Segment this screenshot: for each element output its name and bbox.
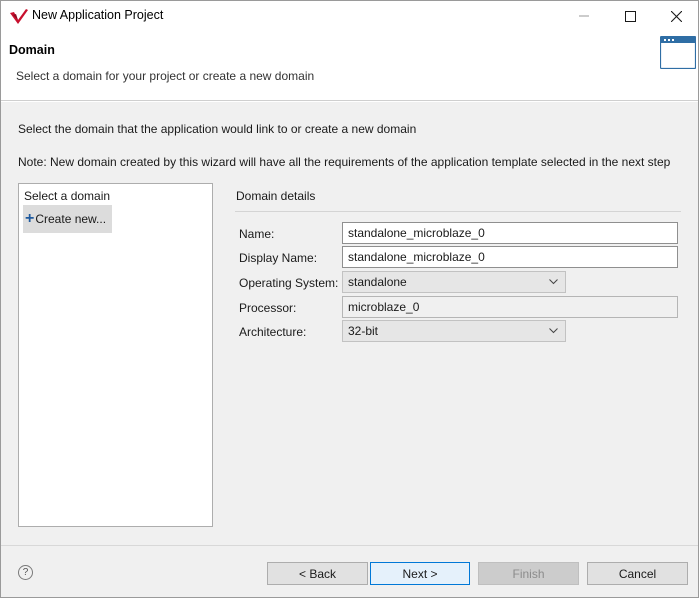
- window-title: New Application Project: [32, 8, 164, 22]
- wizard-header: Domain Select a domain for your project …: [1, 31, 698, 101]
- help-icon[interactable]: ?: [18, 565, 33, 580]
- processor-field: microblaze_0: [342, 296, 678, 318]
- dialog-window: New Application Project Domain Select a …: [0, 0, 699, 598]
- note-text: Note: New domain created by this wizard …: [18, 155, 671, 169]
- maximize-button[interactable]: [607, 1, 653, 31]
- wizard-content: Select the domain that the application w…: [1, 102, 698, 545]
- next-button[interactable]: Next >: [370, 562, 470, 585]
- os-value: standalone: [348, 275, 407, 289]
- cancel-button[interactable]: Cancel: [587, 562, 688, 585]
- title-bar: New Application Project: [1, 1, 698, 31]
- instruction-text: Select the domain that the application w…: [18, 122, 417, 136]
- display-name-value: standalone_microblaze_0: [348, 250, 485, 264]
- architecture-label: Architecture:: [239, 325, 307, 339]
- page-subtitle: Select a domain for your project or crea…: [16, 69, 315, 83]
- minimize-button[interactable]: [561, 1, 607, 31]
- chevron-down-icon: [549, 279, 558, 285]
- back-button[interactable]: < Back: [267, 562, 368, 585]
- page-title: Domain: [9, 43, 55, 57]
- button-bar: ? < Back Next > Finish Cancel: [1, 545, 698, 597]
- divider: [235, 211, 681, 212]
- domain-details-title: Domain details: [236, 189, 316, 203]
- domain-list[interactable]: Select a domain + Create new...: [18, 183, 213, 527]
- display-name-label: Display Name:: [239, 251, 318, 265]
- domain-list-header: Select a domain: [24, 189, 111, 203]
- minimize-icon: [579, 15, 589, 17]
- architecture-select[interactable]: 32-bit: [342, 320, 566, 342]
- wizard-window-icon: [660, 36, 696, 69]
- name-label: Name:: [239, 227, 275, 241]
- chevron-down-icon: [549, 328, 558, 334]
- name-value: standalone_microblaze_0: [348, 226, 485, 240]
- architecture-value: 32-bit: [348, 324, 379, 338]
- create-new-domain-item[interactable]: + Create new...: [23, 205, 112, 233]
- close-icon: [670, 10, 682, 22]
- finish-button[interactable]: Finish: [478, 562, 579, 585]
- processor-label: Processor:: [239, 301, 297, 315]
- list-item-label: Create new...: [35, 212, 107, 226]
- os-select[interactable]: standalone: [342, 271, 566, 293]
- display-name-field[interactable]: standalone_microblaze_0: [342, 246, 678, 268]
- vitis-logo-icon: [10, 9, 28, 24]
- maximize-icon: [624, 10, 636, 22]
- name-field[interactable]: standalone_microblaze_0: [342, 222, 678, 244]
- plus-icon: +: [25, 210, 35, 227]
- processor-value: microblaze_0: [348, 300, 420, 314]
- close-button[interactable]: [653, 1, 699, 31]
- os-label: Operating System:: [239, 276, 339, 290]
